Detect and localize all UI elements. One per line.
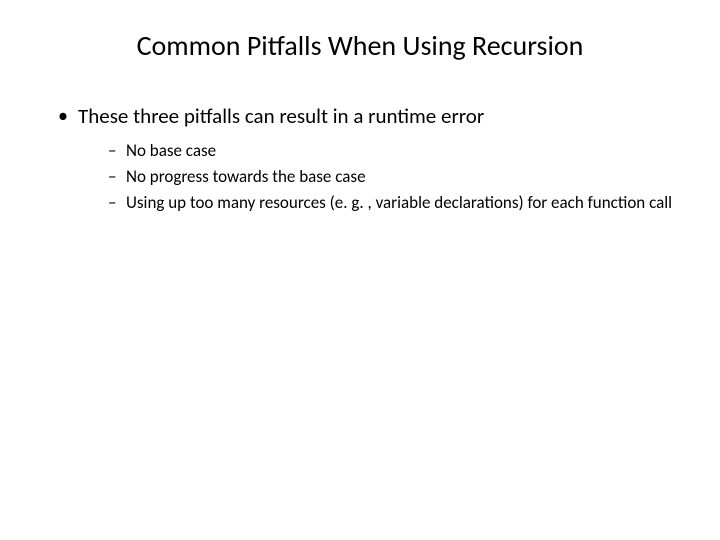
bullet-text: Using up too many resources (e. g. , var…: [126, 192, 672, 213]
list-item: These three pitfalls can result in a run…: [58, 103, 690, 215]
list-item: No base case: [108, 140, 690, 163]
bullet-text: These three pitfalls can result in a run…: [78, 103, 484, 129]
slide-title: Common Pitfalls When Using Recursion: [70, 28, 650, 63]
list-item: Using up too many resources (e. g. , var…: [108, 192, 690, 215]
bullet-list-level2: No base case No progress towards the bas…: [78, 140, 690, 215]
bullet-text: No progress towards the base case: [126, 166, 366, 187]
slide: Common Pitfalls When Using Recursion The…: [0, 0, 720, 540]
bullet-text: No base case: [126, 140, 216, 161]
list-item: No progress towards the base case: [108, 166, 690, 189]
bullet-list-level1: These three pitfalls can result in a run…: [30, 103, 690, 215]
